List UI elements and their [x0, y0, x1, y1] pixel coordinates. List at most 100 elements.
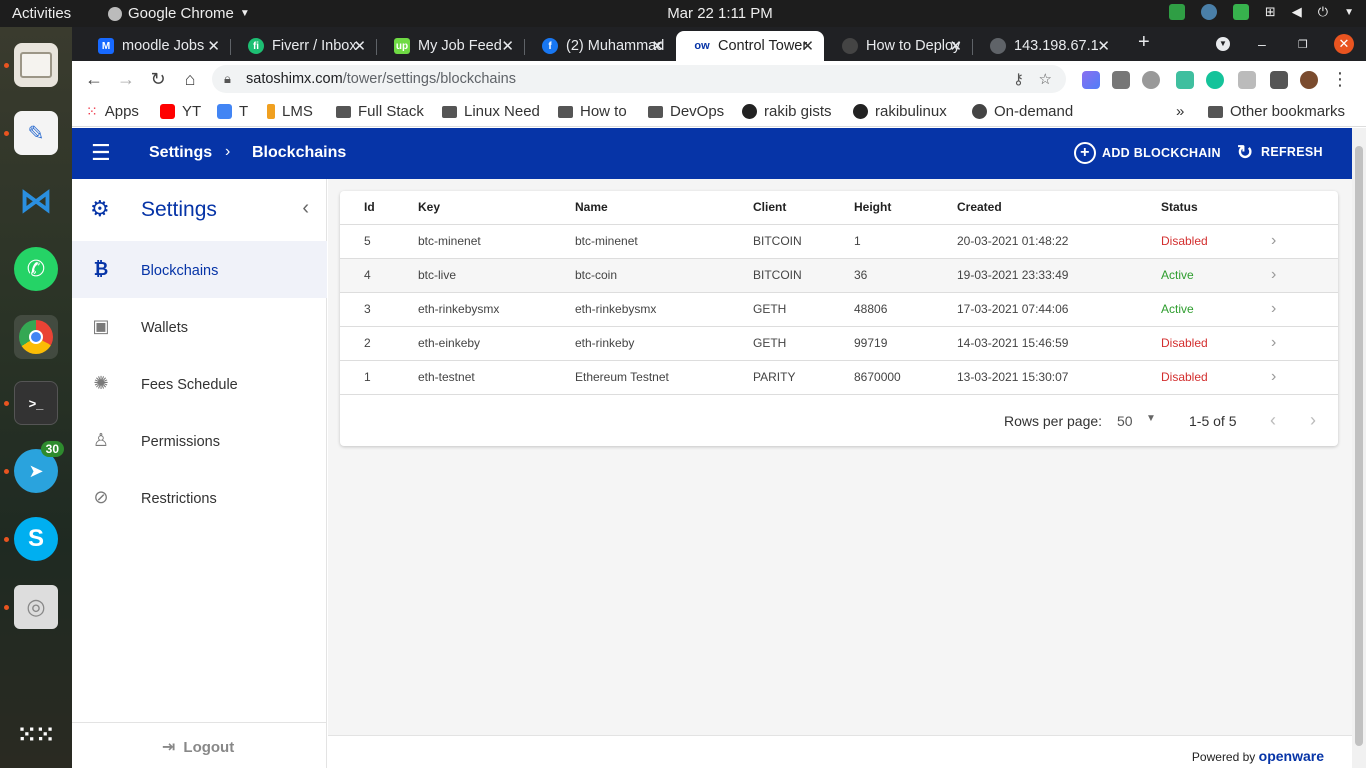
caret-down-icon[interactable]: ▼	[1146, 413, 1156, 424]
close-icon[interactable]: ✕	[801, 37, 814, 55]
clock[interactable]: Mar 22 1:11 PM	[0, 5, 1366, 22]
openware-logo[interactable]: openware	[1259, 748, 1324, 764]
close-icon[interactable]: ✕	[501, 37, 514, 55]
system-tray[interactable]: ⊞ ◀ ⏻ ▼	[1168, 4, 1354, 20]
show-apps-icon[interactable]: ⁙⁙	[14, 713, 58, 757]
close-window-button[interactable]: ✕	[1334, 34, 1354, 54]
vpn-icon[interactable]	[1200, 4, 1217, 20]
menu-icon[interactable]: ☰	[91, 142, 111, 164]
tab-search-icon[interactable]: ▼	[1216, 37, 1230, 51]
forward-arrow-icon[interactable]: →	[114, 67, 138, 91]
column-header-height[interactable]: Height	[854, 191, 957, 225]
previous-page-button[interactable]: ‹	[1270, 410, 1276, 431]
tab-control-tower[interactable]: ow Control Tower ✕	[676, 31, 824, 61]
table-row[interactable]: 2 eth-einkeby eth-rinkeby GETH 99719 14-…	[340, 326, 1338, 361]
sidebar-item-wallets[interactable]: ▣ Wallets	[72, 298, 327, 355]
close-icon[interactable]: ✕	[651, 37, 664, 55]
logout-button[interactable]: ⇥ Logout	[72, 722, 327, 768]
tab-fiverr[interactable]: fi Fiverr / Inbox ✕	[230, 31, 376, 61]
check-icon[interactable]	[1232, 4, 1249, 20]
address-bar[interactable]: 🔒︎ satoshimx.com/tower/settings/blockcha…	[212, 65, 1066, 93]
grammarly-icon[interactable]	[1206, 71, 1224, 89]
column-header-key[interactable]: Key	[418, 191, 575, 225]
column-header-status[interactable]: Status	[1161, 191, 1271, 225]
column-header-created[interactable]: Created	[957, 191, 1161, 225]
camera-icon[interactable]	[1112, 71, 1130, 89]
reload-icon[interactable]: ↻	[146, 67, 170, 91]
sidebar-item-blockchains[interactable]: ₿ Blockchains	[72, 241, 327, 298]
bookmark-other[interactable]: Other bookmarks	[1208, 103, 1345, 120]
bookmark-apps[interactable]: ⁙ Apps	[86, 103, 139, 120]
bookmark-linux-need[interactable]: Linux Need	[442, 103, 540, 120]
tab-ip-address[interactable]: 143.198.67.1 ✕	[972, 31, 1120, 61]
next-page-button[interactable]: ›	[1310, 410, 1316, 431]
page-scrollbar[interactable]	[1352, 128, 1366, 768]
globe-icon[interactable]	[1142, 71, 1160, 89]
volume-icon[interactable]: ◀	[1292, 4, 1302, 20]
vscode-icon[interactable]: ⋈	[14, 179, 58, 223]
avatar[interactable]	[1300, 71, 1318, 89]
network-icon[interactable]: ⊞	[1265, 4, 1276, 20]
add-blockchain-button[interactable]: + ADD BLOCKCHAIN	[1074, 142, 1221, 164]
skype-icon[interactable]: S	[14, 517, 58, 561]
terminal-icon[interactable]: >_	[14, 381, 58, 425]
tab-upwork[interactable]: up My Job Feed ✕	[376, 31, 524, 61]
extension-icon[interactable]	[1082, 71, 1100, 89]
chrome-icon[interactable]	[14, 315, 58, 359]
lock-icon[interactable]: 🔒︎	[224, 71, 231, 87]
minimize-button[interactable]: –	[1258, 36, 1266, 52]
sidebar-item-permissions[interactable]: ♙ Permissions	[72, 412, 327, 469]
key-icon[interactable]: ⚷	[1013, 70, 1024, 88]
refresh-button[interactable]: ↻ REFRESH	[1235, 142, 1323, 164]
table-row[interactable]: 5 btc-minenet btc-minenet BITCOIN 1 20-0…	[340, 224, 1338, 259]
column-header-id[interactable]: Id	[340, 191, 418, 225]
sidebar-item-restrictions[interactable]: ⊘ Restrictions	[72, 469, 327, 526]
telegram-icon[interactable]: ➤ 30	[14, 441, 64, 493]
bookmark-full-stack[interactable]: Full Stack	[336, 103, 424, 120]
rows-per-page-select[interactable]: 50	[1117, 413, 1133, 429]
breadcrumb-settings[interactable]: Settings	[149, 144, 212, 162]
more-vert-icon[interactable]: ⋮	[1328, 67, 1352, 91]
chevron-right-icon[interactable]: ›	[1271, 224, 1338, 259]
tab-facebook[interactable]: f (2) Muhammad ✕	[524, 31, 674, 61]
puzzle-icon[interactable]	[1270, 71, 1288, 89]
close-icon[interactable]: ✕	[949, 37, 962, 55]
color-picker-icon[interactable]	[1176, 71, 1194, 89]
scrollbar-thumb[interactable]	[1355, 146, 1363, 746]
bookmarks-overflow-icon[interactable]: »	[1176, 103, 1184, 120]
bookmark-t[interactable]: T	[217, 103, 248, 120]
star-icon[interactable]: ☆	[1039, 70, 1052, 88]
chevron-right-icon[interactable]: ›	[1271, 292, 1338, 327]
extension-icon[interactable]	[1238, 71, 1256, 89]
home-icon[interactable]: ⌂	[178, 67, 202, 91]
chevron-down-icon[interactable]: ▼	[1344, 7, 1354, 18]
bookmark-yt[interactable]: YT	[160, 103, 201, 120]
maximize-button[interactable]: ❐	[1298, 38, 1308, 51]
bookmark-on-demand[interactable]: On-demand	[972, 103, 1073, 120]
tab-moodle[interactable]: M moodle Jobs ✕	[80, 31, 230, 61]
close-icon[interactable]: ✕	[207, 37, 220, 55]
shield-icon[interactable]	[1168, 4, 1185, 20]
bookmark-rakibulinux[interactable]: rakibulinux	[853, 103, 947, 120]
disc-icon[interactable]: ◎	[14, 585, 58, 629]
table-row[interactable]: 1 eth-testnet Ethereum Testnet PARITY 86…	[340, 360, 1338, 395]
chevron-right-icon[interactable]: ›	[1271, 326, 1338, 361]
close-icon[interactable]: ✕	[1097, 37, 1110, 55]
files-icon[interactable]	[14, 43, 58, 87]
tab-how-to-deploy[interactable]: How to Deploy ✕	[824, 31, 972, 61]
chevron-right-icon[interactable]: ›	[1271, 360, 1338, 395]
chevron-right-icon[interactable]: ›	[1271, 258, 1338, 293]
bookmark-rakib-gists[interactable]: rakib gists	[742, 103, 832, 120]
back-arrow-icon[interactable]: ←	[82, 67, 106, 91]
power-icon[interactable]: ⏻	[1318, 4, 1328, 20]
whatsapp-icon[interactable]: ✆	[14, 247, 58, 291]
table-row[interactable]: 3 eth-rinkebysmx eth-rinkebysmx GETH 488…	[340, 292, 1338, 327]
new-tab-button[interactable]: +	[1138, 31, 1150, 54]
column-header-name[interactable]: Name	[575, 191, 753, 225]
chevron-left-icon[interactable]: ‹	[302, 197, 309, 220]
bookmark-lms[interactable]: LMS	[267, 103, 313, 120]
table-row[interactable]: 4 btc-live btc-coin BITCOIN 36 19-03-202…	[340, 258, 1338, 293]
column-header-client[interactable]: Client	[753, 191, 854, 225]
text-editor-icon[interactable]: ✎	[14, 111, 58, 155]
sidebar-item-fees-schedule[interactable]: ✺ Fees Schedule	[72, 355, 327, 412]
